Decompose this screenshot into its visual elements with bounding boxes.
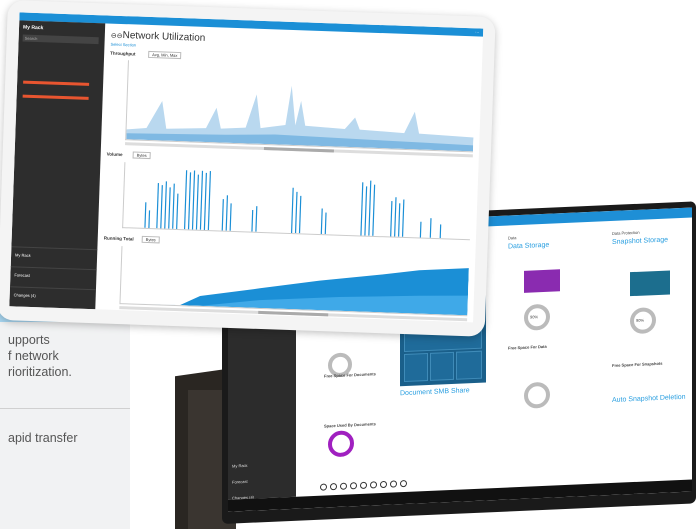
screenshot-page: upports f network rioritization. apid tr… <box>0 0 696 529</box>
monitor-donut <box>328 430 354 458</box>
monitor-note: Free Space For Data <box>508 343 547 351</box>
app-bar-controls[interactable]: ⋯ <box>475 29 479 34</box>
backdrop-divider <box>0 408 130 409</box>
tablet-screen: ⋯ My Rack Search My Rack Forecast Change… <box>9 12 484 323</box>
main-panel: ⊖⊖Network Utilization Select Section Thr… <box>97 23 483 322</box>
throughput-chart <box>125 60 476 153</box>
monitor-treemap-title: Document SMB Share <box>400 387 470 398</box>
volume-label: Volume <box>106 151 123 158</box>
toolbar-icon[interactable] <box>350 482 357 490</box>
toolbar-icon[interactable] <box>330 482 337 491</box>
monitor-note: Free Space For Snapshots <box>612 360 663 368</box>
monitor-section-label: Data Protection <box>612 229 640 236</box>
monitor-column-title: Snapshot Storage <box>612 236 669 246</box>
sidebar-divider <box>9 286 96 291</box>
monitor-section-label: Data <box>508 235 517 241</box>
monitor-purple-bar <box>524 269 560 293</box>
select-section-link[interactable]: Select Section <box>110 42 136 48</box>
search-placeholder: Search <box>24 35 38 42</box>
monitor-donut-label: 90% <box>530 314 539 320</box>
backdrop-text-line: upports <box>8 333 50 347</box>
toolbar-icon[interactable] <box>390 480 397 488</box>
running-total-chart <box>119 246 470 317</box>
tablet-device: ⋯ My Rack Search My Rack Forecast Change… <box>0 0 496 337</box>
backdrop-text-panel: upports f network rioritization. apid tr… <box>0 322 130 529</box>
monitor-auto-snapshot-title: Auto Snapshot Deletion <box>612 393 686 404</box>
toolbar-icon[interactable] <box>340 482 347 490</box>
monitor-sidebar-item[interactable]: Forecast <box>232 479 248 485</box>
toolbar-icon[interactable] <box>380 480 387 489</box>
backdrop-text-line: apid transfer <box>8 431 78 445</box>
sidebar-item-forecast[interactable]: Forecast <box>14 272 30 278</box>
running-total-label: Running Total <box>103 235 134 242</box>
search-input[interactable]: Search <box>22 34 99 45</box>
monitor-donut <box>524 381 550 409</box>
sidebar-item-changes[interactable]: Changes (4) <box>14 292 36 298</box>
monitor-note: Free Space For Documents <box>324 371 376 379</box>
running-total-dropdown[interactable]: Bytes <box>141 235 160 244</box>
monitor-note: Space Used By Documents <box>324 421 376 429</box>
sidebar-header[interactable]: My Rack <box>23 25 43 32</box>
backdrop-text-line: rioritization. <box>8 365 72 379</box>
toolbar-icon[interactable] <box>320 483 327 491</box>
throughput-dropdown[interactable]: Avg, Min, Max <box>148 50 182 60</box>
monitor-teal-bar <box>630 270 670 297</box>
monitor-sidebar-item[interactable]: My Rack <box>232 463 248 469</box>
backdrop-text-line: f network <box>8 349 59 363</box>
monitor-column-title: Data Storage <box>508 241 550 251</box>
toolbar-icon[interactable] <box>360 481 367 489</box>
sidebar-item-my-rack[interactable]: My Rack <box>15 252 31 258</box>
alert-bar <box>22 94 89 100</box>
sidebar-divider <box>11 246 98 251</box>
monitor-taskbar <box>228 479 692 512</box>
throughput-chart-svg <box>126 85 474 152</box>
toolbar-icon[interactable] <box>400 479 407 488</box>
volume-chart-svg <box>144 170 442 239</box>
sidebar-divider <box>10 266 97 271</box>
alert-bar <box>23 80 90 86</box>
volume-dropdown[interactable]: Bytes <box>132 151 151 160</box>
monitor-icon-toolbar <box>320 479 407 492</box>
throughput-label: Throughput <box>110 50 136 57</box>
volume-chart <box>122 162 473 241</box>
toolbar-icon[interactable] <box>370 481 377 489</box>
running-total-chart-svg <box>120 268 469 316</box>
sidebar: My Rack Search My Rack Forecast Changes … <box>9 20 106 310</box>
monitor-donut-label: 90% <box>636 317 645 323</box>
